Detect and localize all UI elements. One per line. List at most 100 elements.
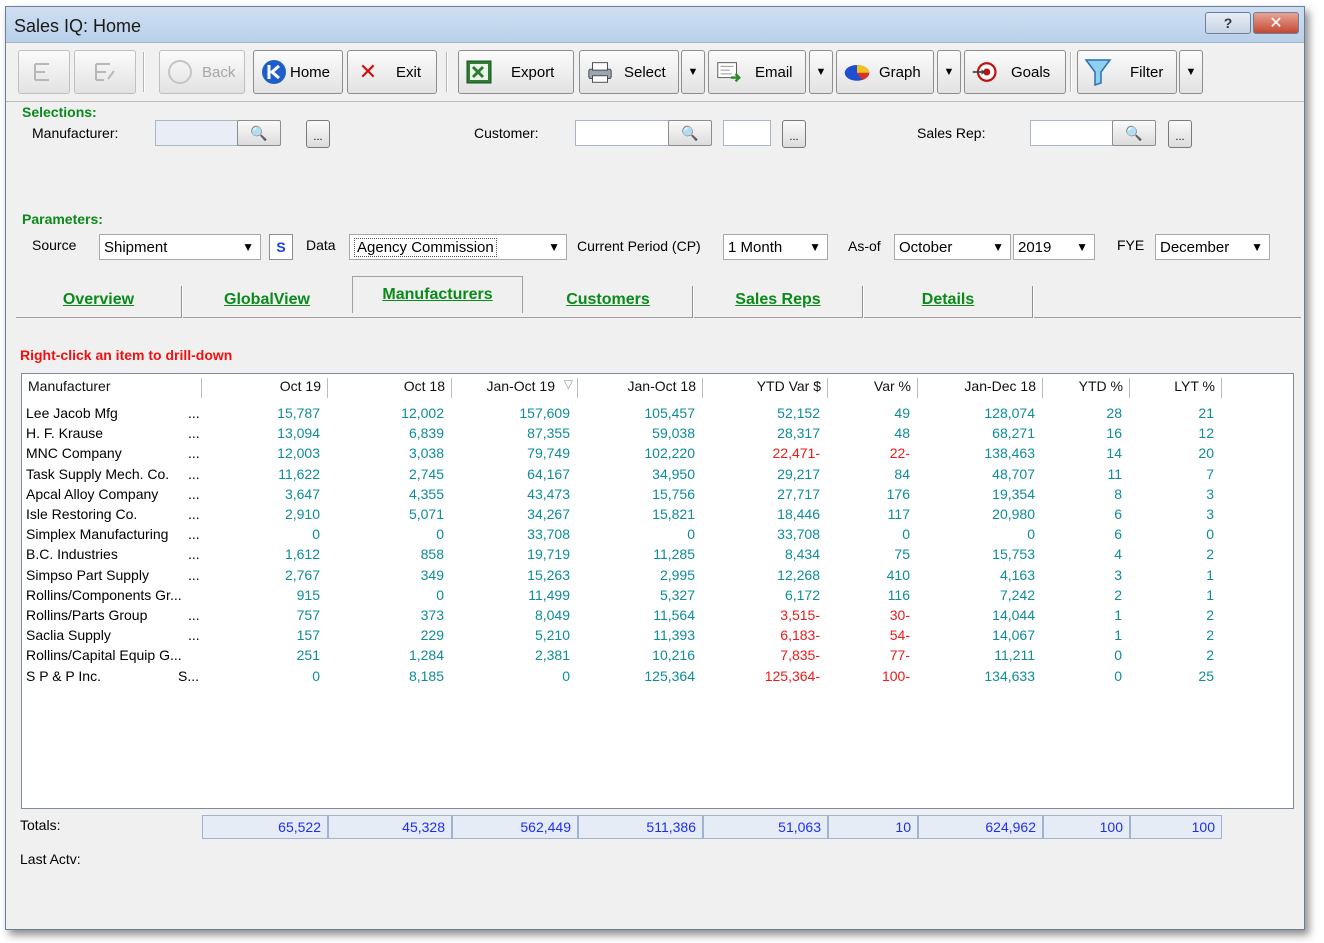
source-select[interactable]: Shipment ▼ [99,234,261,260]
manufacturer-browse-button[interactable]: ... [306,120,330,148]
column-header-ytd-var[interactable]: YTD Var $ [703,378,828,398]
cell-ytd18: 59,038 [652,425,695,442]
binoculars-icon: 🔍 [250,124,268,141]
column-header-jan-dec18[interactable]: Jan-Dec 18 [918,378,1043,398]
cell-ytd19: 34,267 [527,506,570,522]
tab-details[interactable]: Details [864,282,1032,318]
cell-ytd18: 11,285 [653,546,695,563]
data-select[interactable]: Agency Commission ▼ [349,234,567,260]
as-of-month-select[interactable]: October ▼ [894,234,1011,260]
table-row[interactable]: Rollins/Parts Group... 757 373 8,049 11,564 3… [22,606,1293,626]
table-row[interactable]: Rollins/Components Gr... 915 0 11,499 5,327 6… [22,586,1293,606]
tab-customers[interactable]: Customers [524,282,692,318]
table-row[interactable]: S P & P Inc. S... 0 8,185 0 125,364 125,364- 10… [22,667,1293,687]
graph-dropdown-button[interactable]: ▼ [937,50,961,94]
cell-oct18: 12,002 [401,405,444,421]
source-s-button[interactable]: S [269,234,293,260]
table-row[interactable]: B.C. Industries... 1,612 858 19,719 11,285 8,… [22,545,1293,565]
tab-globalview[interactable]: GlobalView [183,282,351,318]
back-button[interactable]: Back [159,50,245,94]
help-button[interactable]: ? [1205,12,1251,34]
chevron-down-icon: ▼ [548,240,560,254]
customer-input[interactable] [575,120,670,146]
source-label: Source [32,237,77,253]
select-button[interactable]: Select [579,50,679,94]
select-dropdown-button[interactable]: ▼ [681,50,705,94]
table-row[interactable]: Apcal Alloy Company... 3,647 4,355 43,473 15… [22,485,1293,505]
exit-button[interactable]: ✕ Exit [347,50,437,94]
customer-browse-button[interactable]: ... [782,120,806,148]
filter-dropdown-button[interactable]: ▼ [1179,50,1203,94]
cell-oct19: 1,612 [284,546,320,563]
manufacturer-label: Manufacturer: [32,125,119,141]
cell-lytp: 2 [1206,627,1214,644]
email-label: Email [755,63,793,81]
export-button[interactable]: Export [458,50,574,94]
total-cell: 100 [1130,815,1222,839]
cell-varp: 54- [889,627,910,644]
cell-var: 28,317 [777,425,820,442]
tab-manufacturers[interactable]: Manufacturers [352,276,523,313]
email-button[interactable]: Email [708,50,806,94]
close-button[interactable]: ✕ [1253,12,1299,34]
fye-select[interactable]: December ▼ [1155,234,1270,260]
column-header-jan-oct18[interactable]: Jan-Oct 18 [578,378,703,398]
manufacturer-name: Saclia Supply [26,627,111,644]
column-header-oct19[interactable]: Oct 19 [202,378,328,398]
table-row[interactable]: Simpso Part Supply... 2,767 349 15,263 2,995… [22,566,1293,586]
column-header-ytd-pct[interactable]: YTD % [1043,378,1130,398]
cell-ytd18: 125,364 [644,667,695,684]
cell-varp: 116 [887,586,910,603]
manufacturer-search-button[interactable]: 🔍 [237,120,281,146]
table-row[interactable]: Isle Restoring Co.... 2,910 5,071 34,267 15,… [22,505,1293,525]
graph-button[interactable]: Graph [836,50,934,94]
column-header-lyt-pct[interactable]: LYT % [1130,378,1222,398]
cell-oct18: 5,071 [408,506,444,522]
pie-chart-icon [843,58,871,86]
cell-fy18: 4,163 [999,566,1035,583]
cell-varp: 0 [902,526,910,543]
email-dropdown-button[interactable]: ▼ [809,50,833,94]
chevron-down-icon: ▼ [992,240,1004,254]
nav-first-button[interactable] [18,50,70,94]
table-row[interactable]: MNC Company... 12,003 3,038 79,749 102,220 22… [22,444,1293,464]
sales-rep-browse-button[interactable]: ... [1168,120,1192,148]
tab-overview[interactable]: Overview [16,282,181,318]
as-of-year-select[interactable]: 2019 ▼ [1013,234,1095,260]
current-period-select[interactable]: 1 Month ▼ [723,234,828,260]
cell-lytp: 2 [1206,607,1214,623]
customer-extra-input[interactable] [723,120,771,146]
column-header-oct18[interactable]: Oct 18 [328,378,452,398]
nav-prev-button[interactable] [74,50,136,94]
cell-ytdp: 3 [1114,566,1122,583]
filter-button[interactable]: Filter [1077,50,1177,94]
goals-button[interactable]: Goals [964,50,1066,94]
last-activity-label: Last Actv: [20,851,81,867]
cell-fy18: 138,463 [984,445,1035,462]
table-row[interactable]: Rollins/Capital Equip G... 251 1,284 2,381 1… [22,646,1293,666]
column-header-jan-oct19[interactable]: Jan-Oct 19 ▽ [452,377,578,398]
tab-sales-reps[interactable]: Sales Reps [694,282,862,318]
manufacturer-tag: ... [188,526,200,543]
cell-var: 6,183- [780,627,820,644]
manufacturer-input[interactable] [155,120,239,146]
tab-overview-label: Overview [62,291,135,308]
tab-customers-label: Customers [566,291,650,308]
cell-oct19: 3,647 [284,485,320,502]
cell-oct18: 3,038 [408,445,444,462]
manufacturer-name: Isle Restoring Co. [26,506,138,522]
total-cell: 65,522 [202,815,328,839]
home-button[interactable]: Home [253,50,343,94]
sales-rep-search-button[interactable]: 🔍 [1112,120,1156,146]
sales-rep-input[interactable] [1030,120,1114,146]
column-header-jan-oct19-label: Jan-Oct 19 [486,378,555,394]
table-row[interactable]: Task Supply Mech. Co.... 11,622 2,745 64,16… [22,465,1293,485]
table-row[interactable]: Saclia Supply... 157 229 5,210 11,393 6,183- 5… [22,626,1293,646]
table-row[interactable]: Lee Jacob Mfg... 15,787 12,002 157,609 105,4… [22,404,1293,424]
customer-search-button[interactable]: 🔍 [668,120,712,146]
column-header-manufacturer[interactable]: Manufacturer [22,378,202,398]
table-row[interactable]: Simplex Manufacturing... 0 0 33,708 0 33,708 0… [22,525,1293,545]
table-row[interactable]: H. F. Krause... 13,094 6,839 87,355 59,038 28… [22,424,1293,444]
column-header-var-pct[interactable]: Var % [828,378,918,398]
drill-down-hint: Right-click an item to drill-down [20,347,233,363]
